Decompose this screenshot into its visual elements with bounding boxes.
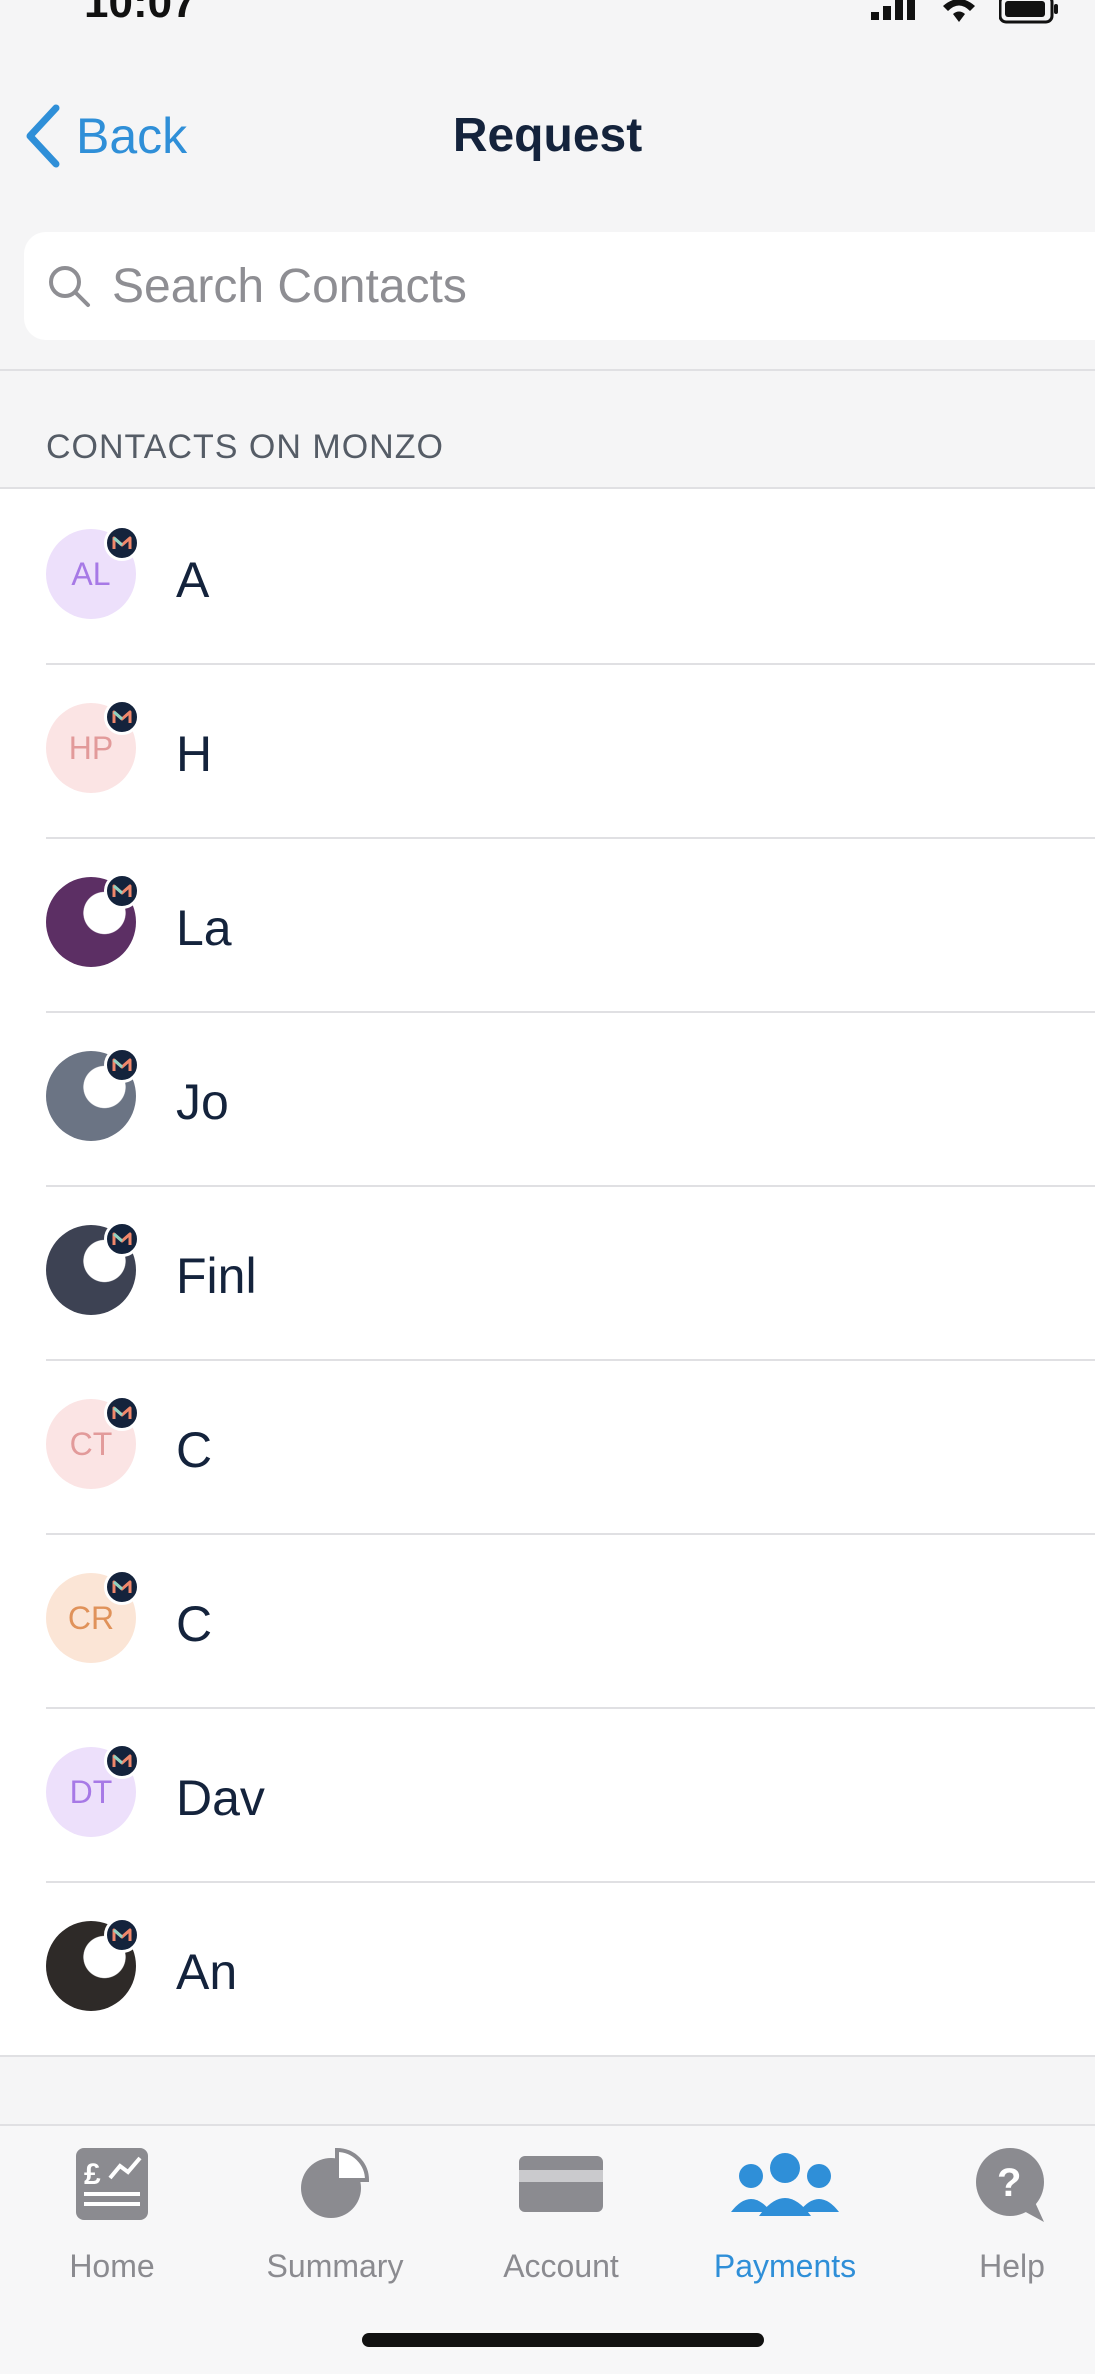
navigation-bar: Back Request bbox=[0, 90, 1095, 180]
tab-label: Summary bbox=[266, 2248, 404, 2284]
status-bar: 10:07 bbox=[0, 0, 1095, 40]
contact-row[interactable]: CR C bbox=[0, 1533, 1095, 1707]
tab-label: Payments bbox=[713, 2248, 857, 2284]
contact-row[interactable]: HP H bbox=[0, 663, 1095, 837]
tab-summary[interactable]: Summary bbox=[235, 2146, 435, 2285]
monzo-badge-icon bbox=[104, 1569, 140, 1605]
signal-icon bbox=[871, 0, 915, 20]
contact-row[interactable]: Jo bbox=[0, 1011, 1095, 1185]
search-input[interactable] bbox=[110, 257, 1014, 315]
svg-text:£: £ bbox=[84, 2158, 101, 2191]
contact-name: Dav bbox=[176, 1770, 265, 1826]
contact-row[interactable]: CT C bbox=[0, 1359, 1095, 1533]
divider bbox=[0, 369, 1095, 371]
contact-name: Finl bbox=[176, 1248, 257, 1304]
monzo-badge-icon bbox=[104, 1221, 140, 1257]
contact-name: C bbox=[176, 1422, 213, 1478]
wifi-icon bbox=[943, 0, 975, 22]
card-icon bbox=[461, 2146, 661, 2234]
monzo-badge-icon bbox=[104, 699, 140, 735]
tab-help[interactable]: ? Help bbox=[912, 2146, 1095, 2285]
contact-name: C bbox=[176, 1596, 213, 1652]
contact-list: AL A HP H La Jo Finl CT C CR C DT Dav An bbox=[0, 487, 1095, 2057]
contact-name: An bbox=[176, 1944, 238, 2000]
contact-row[interactable]: An bbox=[0, 1881, 1095, 2055]
battery-icon bbox=[999, 0, 1058, 24]
monzo-badge-icon bbox=[104, 1047, 140, 1083]
contact-row[interactable]: DT Dav bbox=[0, 1707, 1095, 1881]
tab-home[interactable]: £ Home bbox=[12, 2146, 212, 2285]
svg-text:?: ? bbox=[997, 2161, 1021, 2205]
contact-name: La bbox=[176, 900, 232, 956]
monzo-badge-icon bbox=[104, 873, 140, 909]
pie-chart-icon bbox=[235, 2146, 435, 2234]
tab-label: Home bbox=[69, 2248, 155, 2284]
search-icon bbox=[49, 266, 90, 307]
monzo-badge-icon bbox=[104, 525, 140, 561]
home-indicator bbox=[362, 2333, 764, 2347]
status-icons bbox=[869, 0, 1061, 24]
page-title: Request bbox=[452, 109, 643, 162]
monzo-badge-icon bbox=[104, 1395, 140, 1431]
contact-name: Jo bbox=[176, 1074, 229, 1130]
help-bubble-icon: ? bbox=[912, 2146, 1095, 2234]
contact-row[interactable]: Finl bbox=[0, 1185, 1095, 1359]
tab-label: Account bbox=[503, 2248, 619, 2284]
home-statement-icon: £ bbox=[12, 2146, 212, 2234]
contact-row[interactable]: AL A bbox=[0, 489, 1095, 663]
status-time: 10:07 bbox=[84, 0, 197, 27]
contact-row[interactable]: La bbox=[0, 837, 1095, 1011]
contact-name: A bbox=[176, 552, 210, 608]
tab-label: Help bbox=[979, 2248, 1045, 2284]
people-icon bbox=[685, 2146, 885, 2234]
section-header: CONTACTS ON MONZO bbox=[46, 428, 444, 466]
tab-account[interactable]: Account bbox=[461, 2146, 661, 2285]
monzo-badge-icon bbox=[104, 1917, 140, 1953]
monzo-badge-icon bbox=[104, 1743, 140, 1779]
tab-payments[interactable]: Payments bbox=[685, 2146, 885, 2285]
contact-name: H bbox=[176, 726, 213, 782]
search-bar[interactable] bbox=[24, 232, 1095, 340]
